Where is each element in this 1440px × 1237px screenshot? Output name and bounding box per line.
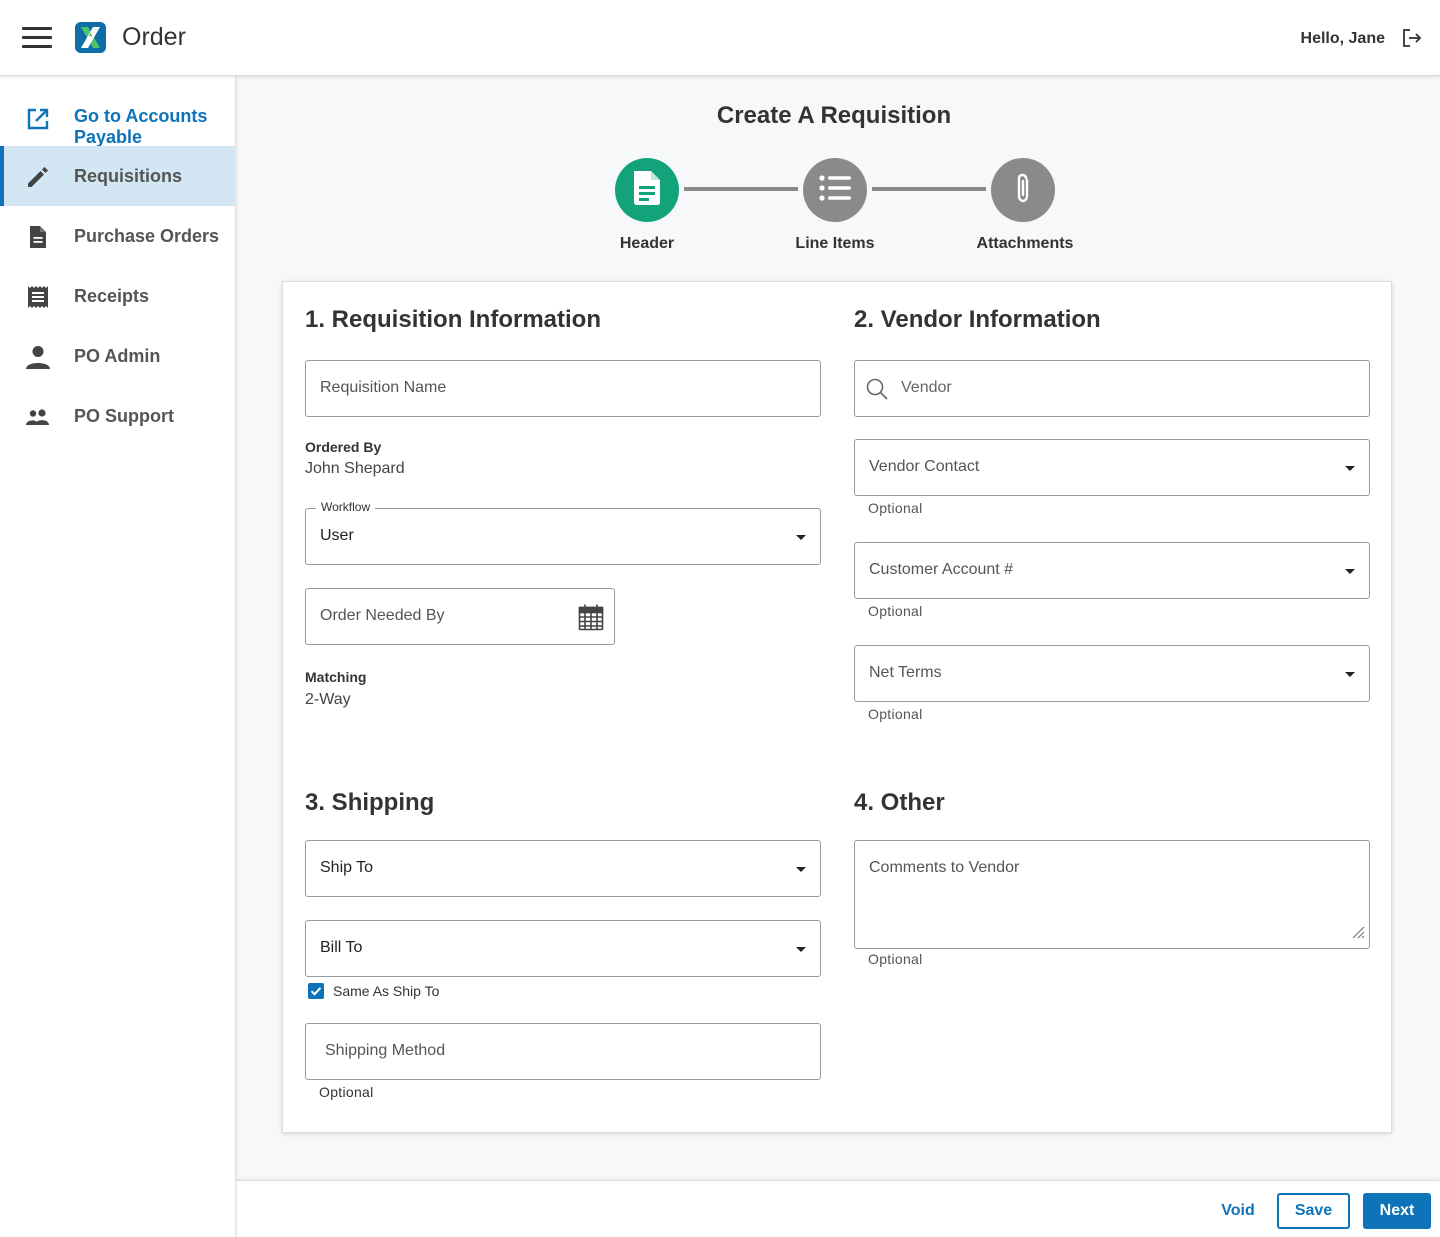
workflow-value: User [320, 527, 354, 544]
app-title: Order [122, 23, 186, 51]
same-as-ship-to-checkbox[interactable] [308, 983, 324, 999]
chevron-down-icon [796, 535, 806, 540]
external-link-icon [25, 106, 51, 132]
vendor-search-input[interactable]: Vendor [854, 360, 1370, 417]
requisition-name-placeholder: Requisition Name [320, 379, 447, 396]
net-terms-placeholder: Net Terms [869, 664, 942, 681]
sidebar-item-label: Receipts [74, 286, 150, 306]
chevron-down-icon [1345, 466, 1355, 471]
workflow-label: Workflow [316, 500, 376, 514]
checkmark-icon [310, 987, 322, 996]
chevron-down-icon [796, 947, 806, 952]
shipping-method-placeholder: Shipping Method [325, 1042, 446, 1059]
document-icon [630, 169, 664, 212]
sidebar-item-label: Purchase Orders [74, 226, 220, 246]
document-icon [25, 224, 51, 250]
same-as-ship-to-label: Same As Ship To [333, 983, 440, 999]
sidebar-item-po-support[interactable]: PO Support [0, 386, 235, 446]
net-terms-select[interactable]: Net Terms [854, 645, 1370, 702]
calendar-icon[interactable] [578, 603, 604, 636]
step-label-attachments: Attachments [976, 235, 1074, 252]
chevron-down-icon [1345, 672, 1355, 677]
workflow-select[interactable]: Workflow User [305, 500, 821, 565]
search-icon [865, 377, 889, 406]
receipt-icon [25, 284, 51, 310]
chevron-down-icon [1345, 569, 1355, 574]
sidebar-item-label: PO Support [74, 406, 174, 426]
list-icon [818, 174, 852, 207]
step-line-items[interactable] [803, 158, 867, 222]
paperclip-icon [1013, 171, 1033, 210]
sidebar-item-accounts-payable[interactable]: Go to Accounts Payable [0, 88, 235, 148]
ordered-by-label: Ordered By [305, 439, 382, 455]
section-title-shipping: 3. Shipping [305, 789, 435, 816]
bill-to-placeholder: Bill To [320, 939, 363, 956]
sidebar-item-requisitions[interactable]: Requisitions [0, 146, 235, 206]
shipping-method-input[interactable]: Shipping Method [305, 1023, 821, 1080]
requisition-name-input[interactable]: Requisition Name [305, 360, 821, 417]
section-title-requisition: 1. Requisition Information [305, 306, 602, 333]
step-label-line-items: Line Items [795, 235, 875, 252]
order-needed-by-placeholder: Order Needed By [320, 607, 445, 624]
menu-icon[interactable] [22, 27, 52, 49]
customer-account-select[interactable]: Customer Account # [854, 542, 1370, 599]
people-icon [25, 404, 51, 430]
next-button[interactable]: Next [1363, 1193, 1431, 1229]
comments-placeholder: Comments to Vendor [869, 859, 1020, 876]
section-title-other: 4. Other [854, 789, 945, 816]
sidebar-item-label: Go to Accounts Payable [74, 106, 208, 147]
logout-icon[interactable] [1401, 27, 1423, 49]
sidebar: Go to Accounts Payable Requisitions Purc… [0, 76, 236, 1237]
comments-to-vendor-textarea[interactable]: Comments to Vendor [854, 840, 1370, 949]
save-button[interactable]: Save [1277, 1193, 1350, 1229]
sidebar-item-label: PO Admin [74, 346, 161, 366]
shipping-method-helper: Optional [319, 1084, 374, 1100]
step-connector [872, 187, 986, 191]
sidebar-item-po-admin[interactable]: PO Admin [0, 326, 235, 386]
step-label-header: Header [619, 235, 675, 252]
step-header[interactable] [615, 158, 679, 222]
section-title-vendor: 2. Vendor Information [854, 306, 1101, 333]
vendor-placeholder: Vendor [901, 379, 952, 396]
vendor-contact-helper: Optional [868, 500, 923, 516]
resize-handle-icon[interactable] [1351, 925, 1365, 944]
person-icon [25, 344, 51, 370]
void-button[interactable]: Void [1212, 1193, 1264, 1229]
requisition-form-card: 1. Requisition Information Requisition N… [282, 281, 1392, 1133]
user-greeting: Hello, Jane [1300, 30, 1385, 47]
comments-helper: Optional [868, 951, 923, 967]
net-terms-helper: Optional [868, 706, 923, 722]
step-connector [684, 187, 798, 191]
ship-to-select[interactable]: Ship To [305, 840, 821, 897]
order-needed-by-input[interactable]: Order Needed By [305, 588, 615, 645]
chevron-down-icon [796, 867, 806, 872]
sidebar-item-label: Requisitions [74, 166, 183, 186]
page-title: Create A Requisition [716, 102, 952, 129]
sidebar-item-receipts[interactable]: Receipts [0, 266, 235, 326]
vendor-contact-placeholder: Vendor Contact [869, 458, 980, 475]
customer-account-helper: Optional [868, 603, 923, 619]
bill-to-select[interactable]: Bill To [305, 920, 821, 977]
matching-label: Matching [305, 669, 367, 685]
pencil-icon [25, 164, 51, 190]
customer-account-placeholder: Customer Account # [869, 561, 1014, 578]
vendor-contact-select[interactable]: Vendor Contact [854, 439, 1370, 496]
matching-value: 2-Way [305, 691, 351, 708]
action-footer: Void Save Next [236, 1180, 1440, 1237]
ship-to-placeholder: Ship To [320, 859, 374, 876]
top-bar: Order Hello, Jane [0, 0, 1440, 76]
step-attachments[interactable] [991, 158, 1055, 222]
app-logo [75, 22, 106, 53]
ordered-by-value: John Shepard [305, 460, 405, 477]
sidebar-item-purchase-orders[interactable]: Purchase Orders [0, 206, 235, 266]
